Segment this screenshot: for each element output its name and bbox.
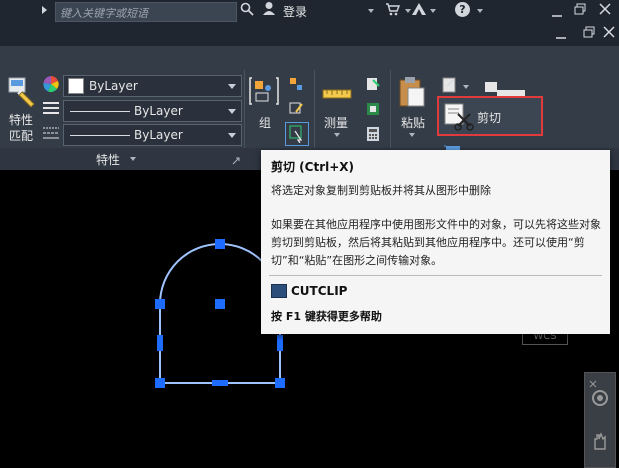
match-properties-label-2[interactable]: 匹配 xyxy=(9,127,33,144)
chevron-down-icon xyxy=(228,109,236,114)
color-value: ByLayer xyxy=(89,79,138,93)
search-placeholder: 键入关键字或短语 xyxy=(60,7,148,20)
lineweight-icon[interactable] xyxy=(43,126,59,143)
color-swatch xyxy=(68,78,84,94)
tooltip-title: 剪切 (Ctrl+X) xyxy=(271,160,355,174)
copy-clip-icon[interactable] xyxy=(441,76,463,97)
scissors-icon xyxy=(444,102,474,135)
measure-icon[interactable] xyxy=(322,86,352,105)
properties-panel-label[interactable]: 特性 xyxy=(96,151,120,168)
calculator-icon[interactable] xyxy=(365,126,381,145)
steering-wheel-icon[interactable] xyxy=(591,389,609,410)
match-properties-icon[interactable] xyxy=(8,76,38,111)
color-dropdown[interactable]: ByLayer xyxy=(63,75,242,97)
tooltip-command-name: CUTCLIP xyxy=(291,284,348,298)
linetype-value: ByLayer xyxy=(134,104,183,118)
grip-square[interactable] xyxy=(275,378,285,388)
app-restore-icon[interactable] xyxy=(574,3,586,18)
a360-dropdown-icon[interactable] xyxy=(430,9,436,13)
group-edit-icon[interactable] xyxy=(288,100,304,119)
paste-label[interactable]: 粘贴 xyxy=(401,114,425,131)
grip-square[interactable] xyxy=(155,299,165,309)
search-icon[interactable] xyxy=(240,2,254,20)
grip-rect[interactable] xyxy=(212,380,228,386)
doc-restore-icon[interactable] xyxy=(583,26,595,41)
title-bar: 键入关键字或短语 登录 ? xyxy=(0,0,619,46)
cut-button[interactable]: 剪切 xyxy=(437,96,543,136)
chevron-down-icon xyxy=(228,84,236,89)
tooltip-help-text: 按 F1 键获得更多帮助 xyxy=(271,310,382,323)
navigation-bar xyxy=(584,372,616,468)
autodesk-a360-icon[interactable] xyxy=(411,2,427,20)
user-icon[interactable] xyxy=(262,1,276,20)
paste-icon[interactable] xyxy=(398,76,426,111)
cart-icon[interactable] xyxy=(385,2,401,20)
lineweight-dropdown[interactable]: ByLayer xyxy=(63,124,242,146)
login-dropdown-icon[interactable] xyxy=(368,9,374,13)
grip-square[interactable] xyxy=(155,378,165,388)
login-link[interactable]: 登录 xyxy=(283,3,307,20)
chevron-down-icon xyxy=(228,133,236,138)
group-selection-icon[interactable] xyxy=(285,122,309,146)
group-label[interactable]: 组 xyxy=(259,114,271,131)
search-input[interactable]: 键入关键字或短语 xyxy=(55,2,237,22)
match-properties-label-1[interactable]: 特性 xyxy=(9,111,33,128)
copy-clip-dropdown-icon[interactable] xyxy=(463,85,469,89)
measure-dropdown-icon[interactable] xyxy=(334,133,340,137)
group-icon[interactable] xyxy=(249,76,279,109)
cut-label: 剪切 xyxy=(477,111,502,125)
pan-hand-icon[interactable] xyxy=(591,431,609,454)
doc-close-icon[interactable] xyxy=(603,26,615,41)
grip-rect[interactable] xyxy=(157,335,163,351)
panel-launcher-icon[interactable] xyxy=(232,154,240,168)
doc-minimize-icon[interactable] xyxy=(556,29,566,43)
tooltip-short-description: 将选定对象复制到剪贴板并将其从图形中删除 xyxy=(271,184,491,197)
cut-tooltip: 剪切 (Ctrl+X) 将选定对象复制到剪贴板并将其从图形中删除 如果要在其他应… xyxy=(261,150,610,334)
grip-square[interactable] xyxy=(215,239,225,249)
lineweight-value: ByLayer xyxy=(134,128,183,142)
quick-calc-icon[interactable] xyxy=(365,76,381,95)
linetype-dropdown[interactable]: ByLayer xyxy=(63,100,242,122)
expand-arrow-icon[interactable] xyxy=(42,6,47,14)
app-minimize-icon[interactable] xyxy=(552,6,562,20)
command-icon xyxy=(271,284,287,298)
tooltip-divider xyxy=(269,275,602,276)
help-icon[interactable]: ? xyxy=(455,2,470,17)
grip-square[interactable] xyxy=(215,299,225,309)
app-close-icon[interactable] xyxy=(599,3,611,18)
properties-panel-dropdown-icon[interactable] xyxy=(130,157,136,161)
lineweight-preview xyxy=(70,135,130,136)
help-dropdown-icon[interactable] xyxy=(477,9,483,13)
ungroup-icon[interactable] xyxy=(288,76,304,95)
clipboard-tool-icon[interactable] xyxy=(365,101,381,120)
linetype-preview xyxy=(70,111,130,112)
color-wheel-icon[interactable] xyxy=(43,76,59,95)
paste-dropdown-icon[interactable] xyxy=(409,133,415,137)
grip-rect[interactable] xyxy=(277,335,283,351)
tooltip-long-description: 如果要在其他应用程序中使用图形文件中的对象，可以先将这些对象剪切到剪贴板，然后将… xyxy=(271,218,601,267)
linetype-icon[interactable] xyxy=(43,101,59,118)
measure-label[interactable]: 测量 xyxy=(324,114,348,131)
